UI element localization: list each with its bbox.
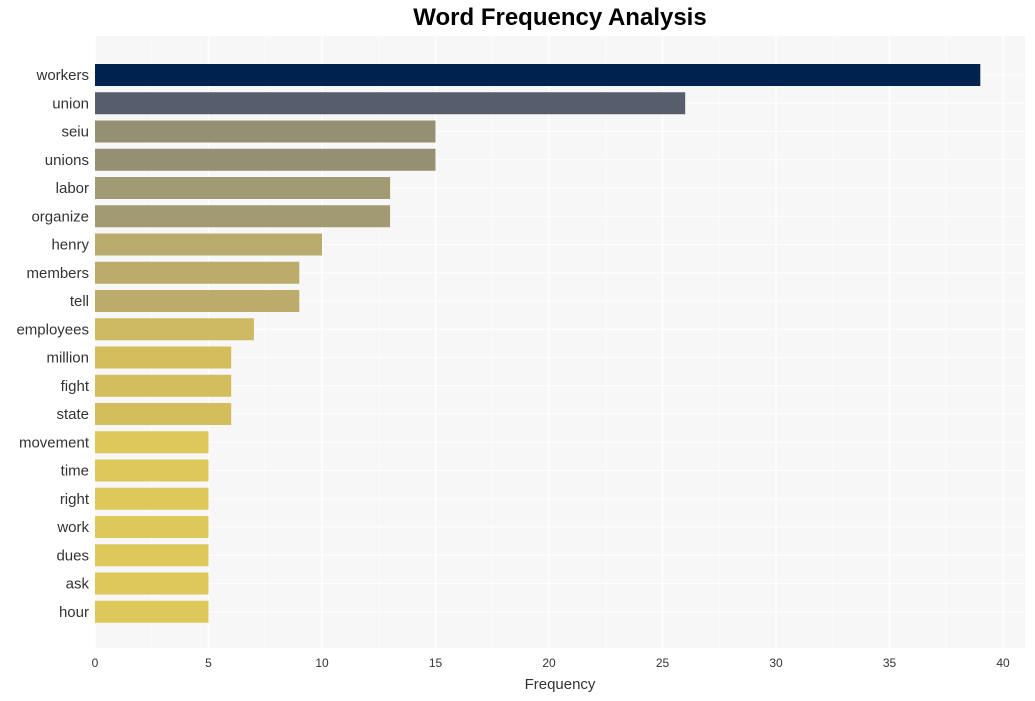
y-tick-label: ask	[66, 576, 90, 593]
bar-fight	[95, 374, 232, 397]
bar-ask	[95, 572, 209, 595]
y-tick-label: movement	[19, 434, 90, 451]
y-tick-label: dues	[56, 547, 89, 564]
bar-unions	[95, 148, 436, 171]
y-tick-label: time	[61, 463, 89, 480]
y-tick-label: million	[46, 350, 89, 367]
bar-union	[95, 92, 686, 115]
bar-members	[95, 261, 300, 284]
x-axis-label: Frequency	[525, 676, 596, 693]
bar-hour	[95, 600, 209, 623]
bar-work	[95, 516, 209, 538]
x-tick-label: 25	[656, 656, 670, 670]
y-tick-label: members	[26, 265, 89, 282]
y-tick-label: organize	[31, 208, 89, 225]
x-tick-label: 15	[429, 656, 443, 670]
y-tick-label: labor	[56, 180, 89, 197]
y-tick-label: henry	[51, 237, 89, 254]
y-tick-label: work	[56, 519, 89, 536]
bar-dues	[95, 544, 209, 567]
y-tick-label: employees	[16, 321, 89, 338]
bar-million	[95, 346, 232, 369]
y-tick-label: hour	[59, 604, 89, 621]
x-tick-label: 0	[92, 656, 99, 670]
bar-tell	[95, 290, 300, 312]
y-tick-label: union	[52, 95, 89, 112]
bar-labor	[95, 177, 391, 199]
x-tick-label: 35	[883, 656, 897, 670]
y-tick-label: unions	[45, 152, 89, 169]
x-tick-label: 20	[542, 656, 556, 670]
bar-employees	[95, 318, 254, 341]
y-tick-label: seiu	[61, 124, 89, 141]
x-tick-label: 5	[205, 656, 212, 670]
y-tick-label: workers	[35, 67, 89, 84]
y-tick-label: state	[56, 406, 89, 423]
bar-workers	[95, 64, 981, 86]
bar-chart: workers union seiu unions labor organize henry…	[16, 36, 1025, 693]
bar-henry	[95, 233, 322, 256]
bar-time	[95, 459, 209, 482]
bar-state	[95, 403, 232, 425]
y-tick-label: tell	[70, 293, 89, 310]
x-tick-label: 30	[769, 656, 783, 670]
bar-movement	[95, 431, 209, 454]
bar-right	[95, 487, 209, 510]
bar-organize	[95, 205, 391, 228]
y-tick-label: right	[60, 491, 90, 508]
y-tick-label: fight	[61, 378, 90, 395]
x-tick-label: 10	[315, 656, 329, 670]
x-tick-label: 40	[996, 656, 1010, 670]
bar-seiu	[95, 120, 436, 143]
